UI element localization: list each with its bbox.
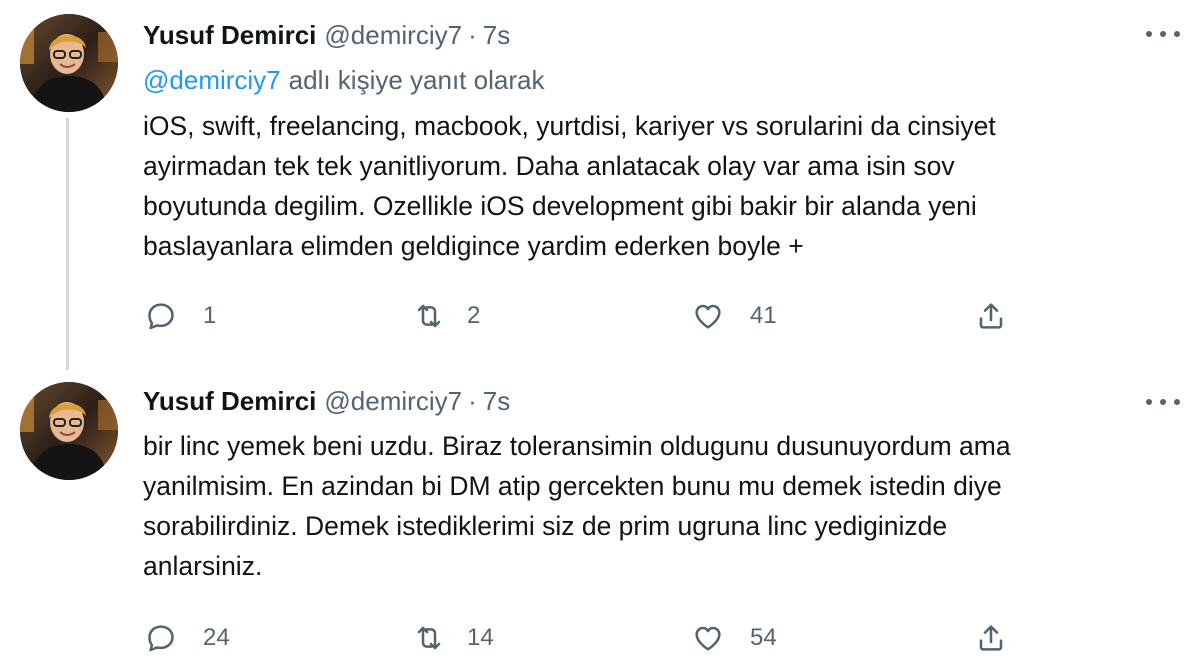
- tweet-actions: 1 2 41: [143, 296, 1043, 336]
- reply-icon: [148, 625, 174, 652]
- share-button[interactable]: [975, 296, 1007, 336]
- author-name[interactable]: Yusuf Demirci: [143, 384, 316, 418]
- timestamp[interactable]: 7s: [483, 384, 510, 418]
- tweet-text-line: bir linc yemek beni uzdu. Biraz tolerans…: [143, 431, 1011, 461]
- separator: ·: [468, 20, 477, 50]
- reply-button[interactable]: 24: [145, 618, 230, 658]
- retweet-icon: [417, 304, 441, 328]
- tweet-text-line: yanilmisim. En azindan bi DM atip gercek…: [143, 471, 1002, 501]
- replying-to: @demirciy7 adlı kişiye yanıt olarak: [143, 63, 544, 97]
- retweet-button[interactable]: 14: [413, 618, 494, 658]
- tweet-actions: 24 14 54: [143, 618, 1043, 658]
- tweet[interactable]: Yusuf Demirci @demirciy7 · 7s bir linc y…: [0, 368, 1200, 663]
- author-handle[interactable]: @demirciy7: [324, 384, 462, 418]
- reply-count: 1: [203, 302, 217, 329]
- tweet-header: Yusuf Demirci @demirciy7 · 7s: [143, 18, 510, 52]
- tweet-text-line: iOS, swift, freelancing, macbook, yurtdi…: [143, 111, 996, 141]
- tweet-text-line: baslayanlara elimden geldigince yardim e…: [143, 231, 804, 261]
- reply-count: 24: [203, 624, 230, 651]
- retweet-button[interactable]: 2: [413, 296, 480, 336]
- tweet-text-line: sorabilirdiniz. Demek istediklerimi siz …: [143, 511, 948, 541]
- share-icon: [979, 303, 1003, 329]
- retweet-icon: [417, 626, 441, 650]
- like-count: 41: [750, 302, 777, 329]
- reply-icon: [148, 303, 174, 330]
- more-icon[interactable]: [1146, 24, 1180, 44]
- author-name[interactable]: Yusuf Demirci: [143, 18, 316, 52]
- reply-mention-link[interactable]: @demirciy7: [143, 65, 281, 95]
- tweet-header: Yusuf Demirci @demirciy7 · 7s: [143, 384, 510, 418]
- like-icon: [695, 304, 721, 329]
- like-count: 54: [750, 624, 777, 651]
- separator: ·: [468, 386, 477, 416]
- like-icon: [695, 626, 721, 651]
- like-button[interactable]: 54: [692, 618, 777, 658]
- share-button[interactable]: [975, 618, 1007, 658]
- tweet-text-line: anlarsiniz.: [143, 551, 263, 581]
- avatar[interactable]: [20, 382, 118, 480]
- tweet-text-line: boyutunda degilim. Ozellikle iOS develop…: [143, 191, 977, 221]
- tweet-text: bir linc yemek beni uzdu. Biraz tolerans…: [143, 426, 1183, 586]
- thread-line: [66, 118, 69, 370]
- retweet-count: 2: [467, 302, 481, 329]
- tweet-text: iOS, swift, freelancing, macbook, yurtdi…: [143, 106, 1183, 266]
- timestamp[interactable]: 7s: [483, 18, 510, 52]
- avatar[interactable]: [20, 14, 118, 112]
- like-button[interactable]: 41: [692, 296, 777, 336]
- retweet-count: 14: [467, 624, 494, 651]
- tweet[interactable]: Yusuf Demirci @demirciy7 · 7s @demirciy7…: [0, 0, 1200, 370]
- author-handle[interactable]: @demirciy7: [324, 18, 462, 52]
- reply-button[interactable]: 1: [145, 296, 216, 336]
- share-icon: [979, 625, 1003, 651]
- more-icon[interactable]: [1146, 392, 1180, 412]
- reply-to-label: adlı kişiye yanıt olarak: [288, 65, 545, 95]
- tweet-text-line: ayirmadan tek tek yanitliyorum. Daha anl…: [143, 151, 955, 181]
